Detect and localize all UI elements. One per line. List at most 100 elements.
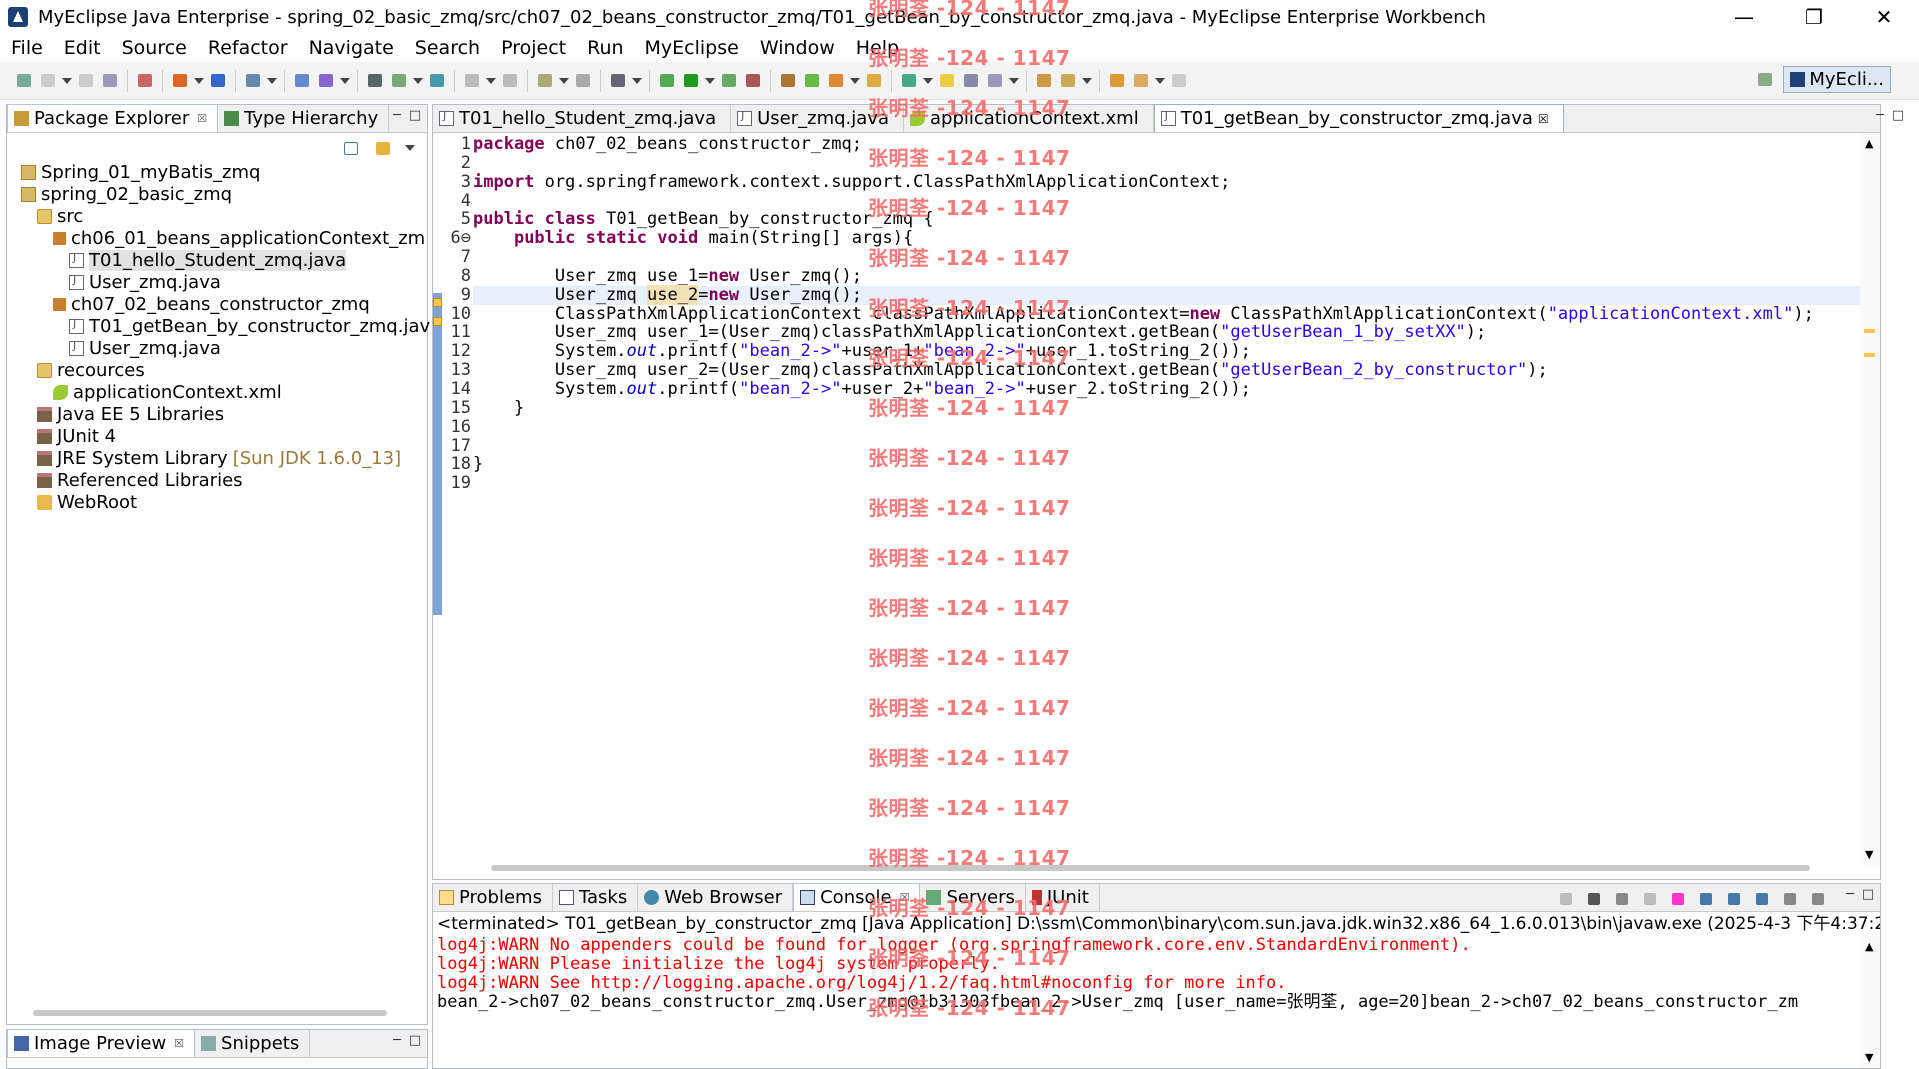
code-line[interactable]: User_zmq user_1=(User_zmq)classPathXmlAp… — [473, 323, 1860, 342]
toolbar-button-icon[interactable] — [534, 70, 556, 92]
console-toolbar-icon[interactable] — [1779, 888, 1801, 910]
code-line[interactable]: public class T01_getBean_by_constructor_… — [473, 210, 1860, 229]
scroll-up-icon[interactable]: ▲ — [1865, 137, 1873, 150]
toolbar-button-icon[interactable] — [898, 70, 920, 92]
tab-tasks[interactable]: Tasks — [553, 884, 639, 911]
open-perspective-icon[interactable] — [1754, 69, 1776, 91]
scroll-up-icon[interactable]: ▲ — [1865, 940, 1873, 953]
dropdown-arrow-icon[interactable] — [61, 70, 73, 92]
code-line[interactable]: import org.springframework.context.suppo… — [473, 172, 1860, 192]
tree-item[interactable]: Spring_01_myBatis_zmq — [7, 161, 427, 183]
code-line[interactable]: ​ — [473, 154, 1860, 173]
toolbar-button-icon[interactable] — [680, 70, 702, 92]
console-toolbar-icon[interactable] — [1583, 888, 1605, 910]
perspective-myeclipse-button[interactable]: MyEcli... — [1783, 66, 1891, 93]
minimize-view-icon[interactable]: ─ — [1844, 887, 1856, 902]
toolbar-button-icon[interactable] — [134, 70, 156, 92]
toolbar-button-icon[interactable] — [863, 70, 885, 92]
menu-project[interactable]: Project — [490, 37, 576, 59]
toolbar-button-icon[interactable] — [1168, 70, 1190, 92]
dropdown-arrow-icon[interactable] — [339, 70, 351, 92]
tree-item[interactable]: Java EE 5 Libraries — [7, 403, 427, 425]
console-toolbar-icon[interactable] — [1751, 888, 1773, 910]
source-code[interactable]: package ch07_02_beans_constructor_zmq;​i… — [473, 135, 1860, 493]
toolbar-button-icon[interactable] — [242, 70, 264, 92]
menu-search[interactable]: Search — [404, 37, 490, 59]
editor-tab-user-zmq-java[interactable]: User_zmq.java — [731, 105, 904, 132]
close-window-button[interactable]: ✕ — [1849, 0, 1919, 34]
tree-item[interactable]: src — [7, 205, 427, 227]
code-line[interactable]: ​ — [473, 248, 1860, 267]
minimize-button[interactable]: — — [1709, 0, 1779, 34]
code-line[interactable]: ​ — [473, 418, 1860, 437]
menu-source[interactable]: Source — [111, 37, 197, 59]
code-area[interactable]: 1 2 3 4 5 6⊖ 7 8 9 10 11 12 13 14 15 16 17 18 19 package c… — [433, 133, 1860, 865]
dropdown-arrow-icon[interactable] — [193, 70, 205, 92]
maximize-view-icon[interactable]: □ — [1862, 887, 1874, 902]
toolbar-button-icon[interactable] — [936, 70, 958, 92]
console-toolbar-icon[interactable] — [1639, 888, 1661, 910]
dropdown-arrow-icon[interactable] — [922, 70, 934, 92]
dropdown-arrow-icon[interactable] — [266, 70, 278, 92]
dropdown-arrow-icon[interactable] — [1154, 70, 1166, 92]
view-menu-icon[interactable] — [404, 137, 416, 159]
code-line[interactable]: package ch07_02_beans_constructor_zmq; — [473, 135, 1860, 154]
dropdown-arrow-icon[interactable] — [485, 70, 497, 92]
code-line[interactable]: ​ — [473, 437, 1860, 456]
code-line[interactable]: ​ — [473, 474, 1860, 493]
minimize-editor-icon[interactable]: ─ — [1874, 108, 1886, 123]
toolbar-button-icon[interactable] — [1130, 70, 1152, 92]
code-line[interactable]: User_zmq user_2=(User_zmq)classPathXmlAp… — [473, 361, 1860, 380]
scroll-down-icon[interactable]: ▼ — [1865, 1051, 1873, 1064]
code-line[interactable]: System.out.printf("bean_2->"+user_2+"bea… — [473, 380, 1860, 399]
tab-package-explorer[interactable]: Package Explorer ☒ — [7, 104, 219, 132]
toolbar-button-icon[interactable] — [426, 70, 448, 92]
dropdown-arrow-icon[interactable] — [1081, 70, 1093, 92]
minimize-view-icon[interactable]: ─ — [391, 1033, 403, 1048]
editor-tab-applicationcontext-xml[interactable]: applicationContext.xml — [904, 105, 1154, 132]
dropdown-arrow-icon[interactable] — [631, 70, 643, 92]
code-line[interactable]: System.out.printf("bean_2->"+user_1+"bea… — [473, 342, 1860, 361]
menu-refactor[interactable]: Refactor — [197, 37, 298, 59]
console-toolbar-icon[interactable] — [1667, 888, 1689, 910]
tree-item[interactable]: T01_getBean_by_constructor_zmq.jav — [7, 315, 430, 337]
close-tab-icon[interactable]: ☒ — [174, 1037, 184, 1050]
minimize-view-icon[interactable]: ─ — [391, 108, 403, 123]
toolbar-button-icon[interactable] — [1057, 70, 1079, 92]
dropdown-arrow-icon[interactable] — [704, 70, 716, 92]
console-vertical-scrollbar[interactable]: ▲ ▼ — [1860, 936, 1880, 1068]
toolbar-button-icon[interactable] — [825, 70, 847, 92]
horizontal-scrollbar[interactable] — [491, 865, 1810, 871]
tree-item[interactable]: WebRoot — [7, 491, 427, 513]
scroll-down-icon[interactable]: ▼ — [1865, 848, 1873, 861]
tree-item[interactable]: Referenced Libraries — [7, 469, 427, 491]
tab-snippets[interactable]: Snippets — [195, 1030, 311, 1057]
menu-window[interactable]: Window — [749, 37, 845, 59]
link-with-editor-icon[interactable] — [372, 137, 394, 159]
tree-item[interactable]: User_zmq.java — [7, 271, 427, 293]
menu-help[interactable]: Help — [845, 37, 909, 59]
toolbar-button-icon[interactable] — [801, 70, 823, 92]
maximize-editor-icon[interactable]: □ — [1892, 108, 1904, 123]
tab-type-hierarchy[interactable]: Type Hierarchy — [218, 105, 390, 132]
toolbar-button-icon[interactable] — [1033, 70, 1055, 92]
console-toolbar-icon[interactable] — [1807, 888, 1829, 910]
dropdown-arrow-icon[interactable] — [558, 70, 570, 92]
tab-servers[interactable]: Servers — [920, 884, 1026, 911]
tab-console[interactable]: Console ☒ — [793, 883, 921, 911]
horizontal-scrollbar[interactable] — [33, 1010, 387, 1016]
toolbar-button-icon[interactable] — [364, 70, 386, 92]
menu-edit[interactable]: Edit — [53, 37, 111, 59]
code-line[interactable]: ClassPathXmlApplicationContext classPath… — [473, 304, 1860, 324]
code-line[interactable]: ​ — [473, 192, 1860, 211]
menu-navigate[interactable]: Navigate — [298, 37, 404, 59]
toolbar-button-icon[interactable] — [777, 70, 799, 92]
tree-item[interactable]: recources — [7, 359, 427, 381]
vertical-scrollbar[interactable]: ▲ ▼ — [1860, 133, 1880, 865]
tree-item[interactable]: ch07_02_beans_constructor_zmq — [7, 293, 427, 315]
tree-item[interactable]: T01_hello_Student_zmq.java — [7, 249, 427, 271]
menu-myeclipse[interactable]: MyEclipse — [634, 37, 749, 59]
code-line[interactable]: } — [473, 455, 1860, 474]
console-toolbar-icon[interactable] — [1555, 888, 1577, 910]
code-line[interactable]: User_zmq use_1=new User_zmq(); — [473, 266, 1860, 286]
